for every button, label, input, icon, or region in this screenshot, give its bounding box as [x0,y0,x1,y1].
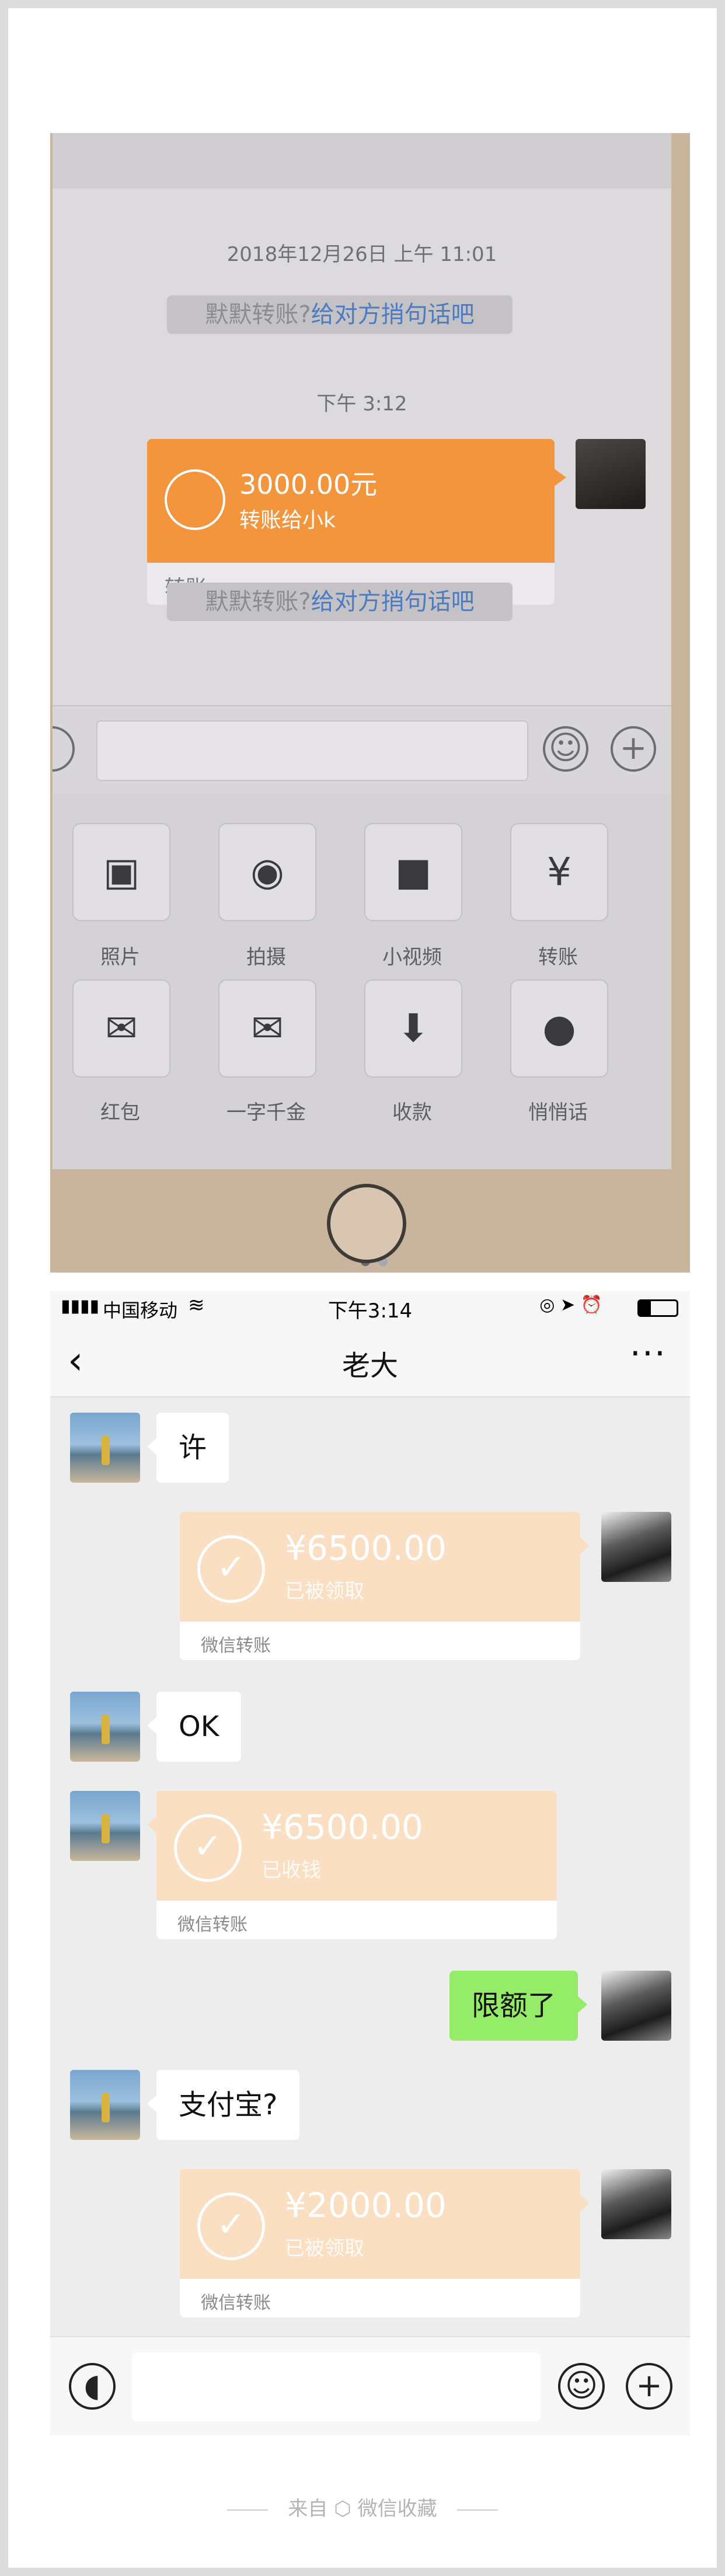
status-bar: ▮▮▮▮ 中国移动 ≋ 下午3:14 ◎ ➤ ⏰ [50,1291,690,1326]
favorites-icon: ⬡ [334,2497,358,2521]
transfer-status: 已收钱 [262,1859,321,1882]
system-message-link[interactable]: 给对方捎句话吧 [311,588,475,615]
camera-icon: ◉ [250,849,284,894]
photo-icon: ▣ [103,849,140,894]
transfer-amount: ¥2000.00 [285,2185,447,2225]
avatar[interactable] [70,1413,140,1483]
footer-prefix: 来自 [288,2497,328,2521]
emoji-icon[interactable]: ☺ [558,2363,605,2410]
transfer-message[interactable]: ✓ ¥6500.00 已收钱 微信转账 [147,1791,557,1939]
transfer-message[interactable]: ✓ ¥2000.00 已被领取 微信转账 [180,2169,590,2317]
battery-icon [637,1299,678,1317]
transfer-amount: ¥6500.00 [285,1528,447,1568]
voice-icon[interactable] [53,726,75,772]
phone-screen: 2018年12月26日 上午 11:01 默默转账?给对方捎句话吧 下午 3:1… [53,133,671,1169]
favorite-card: 2018年12月26日 上午 11:01 默默转账?给对方捎句话吧 下午 3:1… [8,8,717,2568]
avatar[interactable] [70,1791,140,1861]
more-icon[interactable]: ··· [630,1333,667,1374]
panel-label: 转账 [538,946,578,969]
transfer-message[interactable]: ✓ ¥6500.00 已被领取 微信转账 [180,1512,590,1660]
panel-photo[interactable]: ▣ [72,823,170,921]
avatar[interactable] [576,439,646,509]
plus-icon[interactable]: + [626,2363,672,2410]
footer-source: 微信收藏 [357,2497,437,2521]
transfer-message[interactable]: 3000.00元 转账给小k 转账 [147,439,566,605]
transfer-label: 微信转账 [177,1915,248,1935]
status-bar [53,133,671,189]
panel-label: 红包 [100,1101,140,1124]
transfer-icon [165,469,225,530]
whisper-icon: ● [542,1006,576,1051]
transfer-status: 已被领取 [285,1580,364,1603]
home-button [327,1184,406,1263]
message-bubble[interactable]: OK [147,1692,242,1762]
transfer-label: 微信转账 [201,2293,271,2313]
panel-label: 拍摄 [246,946,286,969]
input-bar: ◖ ☺ + [50,2336,690,2435]
message-input[interactable] [96,720,528,781]
message-bubble[interactable]: 支付宝? [147,2070,300,2140]
panel-label: 小视频 [382,946,442,969]
message-bubble[interactable]: 许 [147,1413,229,1483]
check-icon: ✓ [197,2192,265,2260]
message-bubble[interactable]: 限额了 [449,1971,588,2041]
footer: 来自 ⬡ 微信收藏 [8,2493,717,2521]
transfer-label: 微信转账 [201,1636,271,1656]
transfer-amount: 3000.00元 [239,469,378,500]
phone-photo: 2018年12月26日 上午 11:01 默默转账?给对方捎句话吧 下午 3:1… [50,133,690,1273]
avatar[interactable] [70,2070,140,2140]
check-icon: ✓ [174,1814,242,1882]
nav-bar: ‹ 老大 ··· [50,1326,690,1397]
check-icon: ✓ [197,1535,265,1603]
message-input[interactable] [132,2352,541,2421]
panel-label: 悄悄话 [528,1101,588,1124]
divider [226,2509,268,2511]
plus-icon[interactable]: + [611,726,656,772]
panel-label: 收款 [392,1101,432,1124]
transfer-note: 转账给小k [239,508,336,532]
video-icon: ■ [395,849,432,894]
panel-label: 照片 [100,946,140,969]
system-message: 默默转账?给对方捎句话吧 [167,295,513,334]
panel-transfer[interactable]: ¥ [510,823,608,921]
chat-time: 下午 3:12 [316,392,407,416]
panel-label: 一字千金 [226,1101,306,1124]
alarm-icon: ◎ ➤ ⏰ [539,1295,602,1315]
panel-video[interactable]: ■ [364,823,462,921]
panel-whisper[interactable]: ● [510,979,608,1078]
page-title: 老大 [341,1350,398,1382]
input-bar: ☺ + [53,705,671,794]
avatar[interactable] [70,1692,140,1762]
emoji-icon[interactable]: ☺ [543,726,588,772]
transfer-status: 已被领取 [285,2237,364,2260]
divider [457,2509,499,2511]
avatar[interactable] [601,1971,671,2041]
system-message-text: 默默转账? [205,301,311,328]
transfer-amount: ¥6500.00 [262,1807,423,1847]
transfer-icon: ¥ [547,849,571,894]
avatar[interactable] [601,1512,671,1582]
system-message-link[interactable]: 给对方捎句话吧 [311,301,475,328]
chat-screenshot: ▮▮▮▮ 中国移动 ≋ 下午3:14 ◎ ➤ ⏰ ‹ 老大 ··· 许 ✓ ¥6… [50,1291,690,2435]
panel-red-packet[interactable]: ✉ [72,979,170,1078]
avatar[interactable] [601,2169,671,2239]
receive-icon: ⬇ [397,1006,430,1051]
more-panel: ▣ 照片 ◉ 拍摄 ■ 小视频 ¥ 转账 ✉ 红包 ✉ 一字千金 ⬇ 收款 ● … [53,794,671,1169]
chat-datetime: 2018年12月26日 上午 11:01 [226,243,497,266]
voice-icon[interactable]: ◖ [69,2363,116,2410]
system-message: 默默转账?给对方捎句话吧 [167,583,513,621]
system-message-text: 默默转账? [205,588,311,615]
red-packet-icon: ✉ [105,1006,138,1051]
panel-camera[interactable]: ◉ [218,823,316,921]
panel-receive[interactable]: ⬇ [364,979,462,1078]
panel-envelope[interactable]: ✉ [218,979,316,1078]
envelope-icon: ✉ [251,1006,284,1051]
